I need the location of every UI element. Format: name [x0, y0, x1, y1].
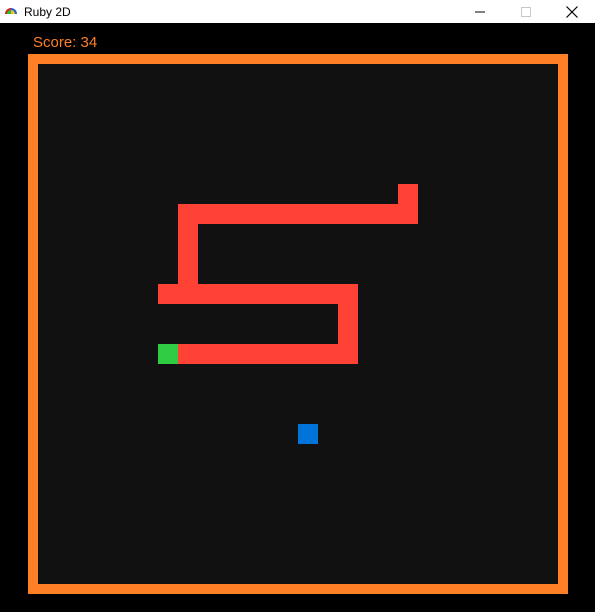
snake-body-segment: [298, 344, 318, 364]
snake-body-segment: [358, 204, 378, 224]
snake-body-segment: [258, 344, 278, 364]
snake-body-segment: [398, 204, 418, 224]
snake-body-segment: [198, 344, 218, 364]
close-button[interactable]: [549, 0, 595, 23]
snake-body-segment: [218, 284, 238, 304]
window-controls: [457, 0, 595, 23]
snake-body-segment: [218, 204, 238, 224]
maximize-button[interactable]: [503, 0, 549, 23]
minimize-icon: [475, 11, 485, 12]
snake-body-segment: [238, 204, 258, 224]
game-window: Ruby 2D Score: 34: [0, 0, 595, 612]
snake-body-segment: [318, 284, 338, 304]
snake-body-segment: [258, 284, 278, 304]
snake-body-segment: [238, 344, 258, 364]
score-label: Score: 34: [33, 34, 98, 51]
snake-body-segment: [318, 344, 338, 364]
snake-body-segment: [158, 284, 178, 304]
snake-body-segment: [178, 224, 198, 244]
close-icon: [566, 5, 578, 18]
arena-border: [28, 54, 568, 594]
snake-body-segment: [178, 344, 198, 364]
snake-body-segment: [338, 344, 358, 364]
snake-body-segment: [218, 344, 238, 364]
snake-body-segment: [178, 244, 198, 264]
window-title: Ruby 2D: [24, 4, 71, 19]
snake-body-segment: [258, 204, 278, 224]
maximize-icon: [521, 6, 531, 17]
title-bar[interactable]: Ruby 2D: [0, 0, 595, 23]
snake-body-segment: [338, 304, 358, 324]
snake-body-segment: [298, 284, 318, 304]
ruby2d-app-icon: [5, 7, 17, 14]
snake-body-segment: [378, 204, 398, 224]
minimize-button[interactable]: [457, 0, 503, 23]
snake-body-segment: [178, 264, 198, 284]
snake-body-segment: [398, 184, 418, 204]
game-canvas[interactable]: Score: 34: [0, 23, 595, 612]
snake-body-segment: [338, 324, 358, 344]
snake-body-segment: [198, 204, 218, 224]
snake-body-segment: [178, 204, 198, 224]
snake-body-segment: [238, 284, 258, 304]
snake-head: [158, 344, 178, 364]
snake-body-segment: [298, 204, 318, 224]
snake-body-segment: [178, 284, 198, 304]
snake-body-segment: [338, 204, 358, 224]
snake-body-segment: [198, 284, 218, 304]
snake-body-segment: [278, 284, 298, 304]
snake-body-segment: [278, 204, 298, 224]
play-field: [38, 64, 558, 584]
snake-body-segment: [338, 284, 358, 304]
food-item: [298, 424, 318, 444]
snake-body-segment: [318, 204, 338, 224]
snake-body-segment: [278, 344, 298, 364]
